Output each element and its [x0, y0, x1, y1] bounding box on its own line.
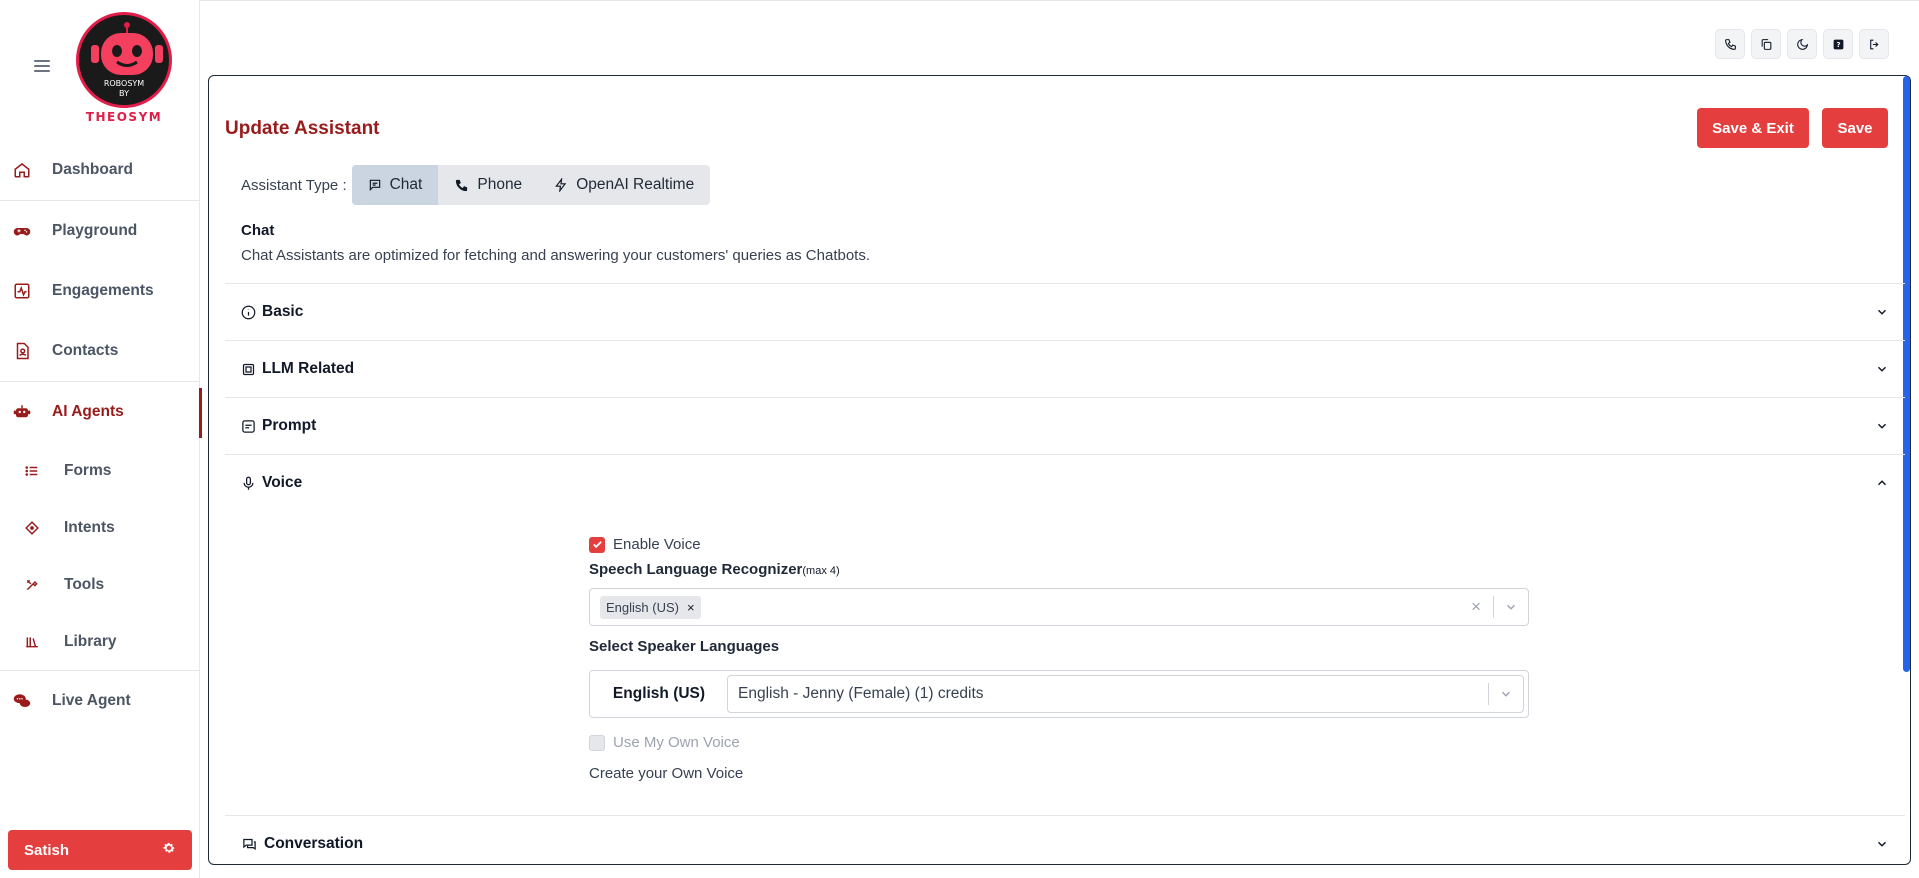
sidebar-item-label: Playground — [52, 222, 138, 239]
messages-icon — [243, 838, 256, 850]
sidebar-item-label: AI Agents — [52, 403, 124, 420]
microphone-icon — [243, 476, 254, 490]
sidebar-item-engagements[interactable]: Engagements — [0, 261, 200, 321]
sidebar-item-forms[interactable]: Forms — [0, 442, 200, 499]
voice-settings: Enable Voice Speech Language Recognizer(… — [589, 536, 1529, 782]
sidebar-item-tools[interactable]: Tools — [0, 556, 200, 613]
enable-voice-row: Enable Voice — [589, 536, 1529, 553]
remove-chip-icon[interactable]: × — [687, 600, 695, 615]
sidebar-item-contacts[interactable]: Contacts — [0, 321, 200, 381]
speaker-languages-label: Select Speaker Languages — [589, 638, 780, 655]
target-icon — [22, 518, 42, 538]
tools-icon — [22, 575, 42, 595]
moon-icon[interactable] — [1787, 29, 1817, 59]
enable-voice-checkbox[interactable] — [589, 536, 605, 553]
sidebar-item-library[interactable]: Library — [0, 613, 200, 670]
section-title: LLM Related — [262, 360, 355, 377]
section-title: Prompt — [262, 417, 317, 434]
section-basic[interactable]: Basic — [225, 283, 1905, 340]
own-voice-label: Use My Own Voice — [613, 734, 740, 751]
chat-icon — [369, 179, 380, 192]
chevron-down-icon — [1877, 423, 1887, 429]
phone-icon[interactable] — [1715, 29, 1745, 59]
type-info-description: Chat Assistants are optimized for fetchi… — [241, 247, 871, 264]
cpu-icon — [242, 363, 255, 375]
assistant-form-card: Update Assistant Save & Exit Save Assist… — [208, 75, 1911, 865]
own-voice-row: Use My Own Voice — [589, 734, 1529, 751]
brand-logo: ROBOSYM BY THEOSYM — [76, 12, 172, 124]
svg-text:?: ? — [1836, 40, 1840, 49]
create-own-voice-link[interactable]: Create your Own Voice — [589, 765, 1529, 782]
activity-icon — [12, 281, 32, 301]
sidebar-item-label: Tools — [64, 575, 105, 593]
sidebar-item-label: Library — [64, 632, 117, 650]
type-option-openai-realtime[interactable]: OpenAI Realtime — [538, 165, 710, 205]
sidebar-item-label: Forms — [64, 461, 112, 479]
library-icon — [22, 632, 42, 652]
own-voice-checkbox[interactable] — [589, 734, 605, 751]
enable-voice-label: Enable Voice — [613, 536, 701, 553]
recognizer-chip: English (US) × — [600, 595, 701, 619]
sidebar-item-label: Intents — [64, 518, 115, 536]
message-square-icon — [242, 419, 255, 433]
section-title: Basic — [262, 303, 304, 320]
sidebar-item-label: Dashboard — [52, 161, 133, 178]
top-bar: ? — [200, 0, 1919, 75]
chat-bubbles-icon — [12, 691, 32, 711]
recognizer-label: Speech Language Recognizer(max 4) — [589, 561, 840, 578]
sidebar-item-playground[interactable]: Playground — [0, 201, 200, 261]
info-icon — [241, 305, 256, 319]
type-option-phone[interactable]: Phone — [438, 165, 538, 205]
type-info-title: Chat — [241, 222, 275, 239]
sidebar-item-label: Contacts — [52, 342, 119, 359]
gear-icon[interactable] — [162, 841, 176, 859]
section-prompt[interactable]: Prompt — [225, 397, 1905, 454]
sidebar-item-label: Engagements — [52, 282, 154, 299]
sidebar-item-intents[interactable]: Intents — [0, 499, 200, 556]
user-menu-button[interactable]: Satish — [8, 830, 192, 870]
assistant-type-label: Assistant Type : — [241, 176, 347, 194]
gamepad-icon — [12, 221, 32, 241]
sidebar-item-ai-agents[interactable]: AI Agents — [0, 382, 202, 442]
save-button[interactable]: Save — [1822, 108, 1888, 148]
menu-toggle-icon[interactable] — [34, 60, 50, 72]
clear-icon[interactable]: × — [1459, 597, 1493, 617]
chevron-up-icon — [1877, 480, 1887, 486]
chevron-down-icon — [1877, 366, 1887, 372]
robot-icon — [12, 402, 32, 422]
speaker-language-row: English (US) English - Jenny (Female) (1… — [589, 670, 1529, 718]
page-title: Update Assistant — [225, 118, 380, 139]
speaker-voice-select[interactable]: English - Jenny (Female) (1) credits — [727, 675, 1524, 713]
chevron-down-icon — [1877, 309, 1887, 315]
section-conversation[interactable]: Conversation — [225, 815, 1905, 864]
contact-icon — [12, 341, 32, 361]
lightning-icon — [555, 178, 567, 192]
section-llm-related[interactable]: LLM Related — [225, 340, 1905, 397]
chevron-down-icon[interactable] — [1494, 600, 1528, 614]
type-option-chat[interactable]: Chat — [351, 165, 439, 205]
sidebar-item-dashboard[interactable]: Dashboard — [0, 140, 200, 200]
chevron-down-icon[interactable] — [1489, 687, 1523, 701]
recognizer-multiselect[interactable]: English (US) × × — [589, 588, 1529, 626]
sidebar-item-live-agent[interactable]: Live Agent — [0, 671, 200, 731]
user-name: Satish — [24, 841, 70, 859]
list-icon — [22, 461, 42, 481]
logout-icon[interactable] — [1859, 29, 1889, 59]
assistant-type-selector: Assistant Type : Chat Phone OpenAI Realt… — [241, 165, 711, 205]
phone-icon — [456, 179, 468, 191]
section-title: Voice — [262, 474, 303, 491]
section-voice[interactable]: Voice — [225, 454, 1905, 511]
brand-name: THEOSYM — [85, 110, 163, 124]
sidebar: ROBOSYM BY THEOSYM Dashboard Playground … — [0, 0, 202, 878]
sidebar-item-label: Live Agent — [52, 692, 131, 709]
help-icon[interactable]: ? — [1823, 29, 1853, 59]
home-icon — [12, 160, 32, 180]
speaker-language: English (US) — [612, 685, 706, 702]
section-title: Conversation — [264, 835, 364, 852]
save-exit-button[interactable]: Save & Exit — [1697, 108, 1809, 148]
copy-icon[interactable] — [1751, 29, 1781, 59]
sidebar-nav: Dashboard Playground Engagements Contact… — [0, 140, 202, 731]
chevron-down-icon — [1877, 841, 1887, 847]
recognizer-hint: (max 4) — [802, 565, 840, 577]
